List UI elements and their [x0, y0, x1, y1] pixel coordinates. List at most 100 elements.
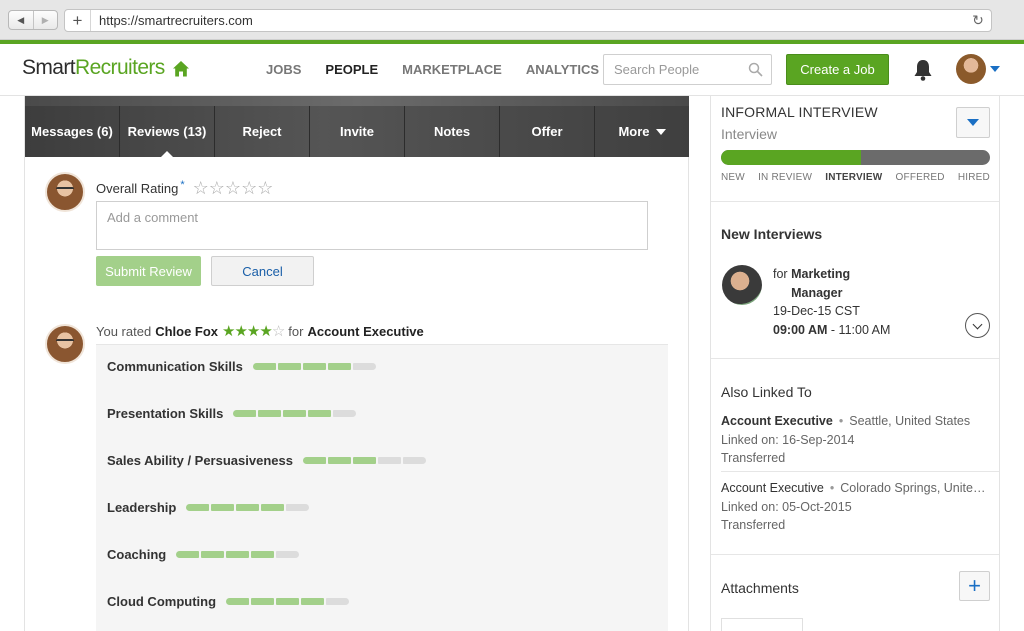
expand-interview-button[interactable] [965, 313, 990, 338]
skill-score-segment [276, 598, 300, 605]
skill-name: Coaching [107, 547, 167, 562]
stage-new[interactable]: NEW [721, 172, 745, 183]
url-text[interactable]: https://smartrecruiters.com [91, 13, 965, 28]
main-nav: JOBS PEOPLE MARKETPLACE ANALYTICS [266, 62, 599, 77]
skill-name: Leadership [107, 500, 177, 515]
user-avatar[interactable] [956, 54, 986, 84]
skill-score-bar [186, 504, 310, 511]
forward-icon[interactable]: ▶ [34, 11, 58, 29]
skill-score-segment [352, 363, 376, 370]
skill-row: Leadership [107, 500, 310, 515]
skill-row: Presentation Skills [107, 406, 357, 421]
tab-reviews[interactable]: Reviews (13) [120, 106, 215, 158]
stage-subtitle: Interview [721, 126, 778, 142]
comment-input[interactable] [96, 201, 648, 250]
also-linked-title: Also Linked To [721, 384, 812, 400]
review-stars: ★★★★☆ [222, 322, 285, 340]
skill-score-segment [283, 410, 307, 417]
chevron-down-icon [972, 319, 983, 329]
search-icon[interactable] [748, 62, 763, 77]
attachment-card[interactable] [721, 618, 803, 631]
back-icon[interactable]: ◀ [9, 11, 34, 29]
cancel-button[interactable]: Cancel [211, 256, 314, 286]
linked-job-item[interactable]: Account Executive • Seattle, United States… [721, 412, 991, 468]
new-tab-icon[interactable]: + [65, 10, 91, 31]
filled-stars: ★★★★ [222, 323, 273, 340]
skill-score-segment [251, 598, 275, 605]
overall-rating-row: Overall Rating * ☆☆☆☆☆ [96, 178, 273, 199]
skill-score-segment [276, 551, 300, 558]
app-header: SmartRecruiters JOBS PEOPLE MARKETPLACE … [0, 44, 1024, 96]
tab-reject[interactable]: Reject [215, 106, 310, 157]
attachments-title: Attachments [721, 580, 799, 596]
review-job[interactable]: Account Executive [307, 324, 423, 339]
tab-messages[interactable]: Messages (6) [25, 106, 120, 157]
stage-offered[interactable]: OFFERED [896, 172, 945, 183]
linked-job-title[interactable]: Account Executive [721, 481, 824, 495]
interview-start: 09:00 AM [773, 322, 828, 337]
nav-jobs[interactable]: JOBS [266, 62, 301, 77]
skill-score-segment [233, 410, 257, 417]
interview-details: for Marketing Manager 19-Dec-15 CST 09:0… [773, 265, 891, 339]
search-box [603, 54, 772, 85]
linked-job-title[interactable]: Account Executive [721, 414, 833, 428]
tab-notes[interactable]: Notes [405, 106, 500, 157]
address-bar[interactable]: + https://smartrecruiters.com ↻ [64, 9, 992, 32]
skill-score-bar [302, 457, 426, 464]
stage-dropdown-button[interactable] [956, 107, 990, 138]
bell-icon[interactable] [912, 58, 934, 82]
tab-offer[interactable]: Offer [500, 106, 595, 157]
tab-invite[interactable]: Invite [310, 106, 405, 157]
pipeline-stages: NEW IN REVIEW INTERVIEW OFFERED HIRED [721, 172, 990, 183]
skills-scorecard: Communication Skills Presentation Skills… [96, 344, 668, 631]
home-icon[interactable] [172, 60, 190, 78]
candidate-name[interactable]: Chloe Fox [155, 324, 218, 339]
browser-nav-buttons: ◀ ▶ [8, 10, 58, 30]
skill-score-segment [176, 551, 200, 558]
divider [711, 554, 999, 555]
review-for-text: for [288, 323, 304, 339]
create-job-button[interactable]: Create a Job [786, 54, 889, 85]
nav-marketplace[interactable]: MARKETPLACE [402, 62, 502, 77]
interview-for-text: for [773, 267, 788, 281]
empty-stars: ☆ [271, 323, 285, 340]
nav-analytics[interactable]: ANALYTICS [526, 62, 599, 77]
skill-score-segment [186, 504, 210, 511]
chevron-down-icon[interactable] [990, 66, 1000, 72]
skill-name: Communication Skills [107, 359, 243, 374]
search-input[interactable] [604, 55, 734, 84]
skill-score-segment [211, 504, 235, 511]
skill-score-segment [308, 410, 332, 417]
skill-score-segment [352, 457, 376, 464]
linked-job-item[interactable]: Account Executive • Colorado Springs, Unit… [721, 479, 991, 535]
skill-score-segment [327, 457, 351, 464]
tab-more[interactable]: More [595, 106, 689, 157]
bullet-separator: • [829, 481, 835, 495]
review-prefix: You rated [96, 323, 152, 339]
nav-people[interactable]: PEOPLE [325, 62, 378, 77]
linked-job-location: Colorado Springs, United States [840, 481, 991, 495]
pipeline-progress-bar [721, 150, 990, 165]
rating-stars-input[interactable]: ☆☆☆☆☆ [193, 178, 274, 199]
skill-row: Cloud Computing [107, 594, 350, 609]
divider [721, 471, 999, 472]
logo-text-right: Recruiters [75, 56, 165, 79]
add-attachment-button[interactable]: + [959, 571, 990, 601]
reload-icon[interactable]: ↻ [965, 12, 991, 29]
reviewer-avatar [45, 324, 85, 364]
linked-date: Linked on: 16-Sep-2014 [721, 432, 855, 447]
skill-score-bar [252, 363, 376, 370]
linked-job-location: Seattle, United States [849, 414, 971, 428]
submit-review-button[interactable]: Submit Review [96, 256, 201, 286]
stage-in-review[interactable]: IN REVIEW [758, 172, 812, 183]
candidate-main-panel: Messages (6) Reviews (13) Reject Invite … [24, 96, 689, 631]
interview-end: - 11:00 AM [830, 322, 891, 337]
divider [711, 358, 999, 359]
logo[interactable]: SmartRecruiters [22, 56, 165, 80]
stage-hired[interactable]: HIRED [958, 172, 990, 183]
stage-interview[interactable]: INTERVIEW [825, 172, 882, 183]
interview-position[interactable]: Marketing Manager [791, 265, 891, 302]
skill-score-segment [236, 504, 260, 511]
skill-name: Presentation Skills [107, 406, 224, 421]
skill-score-segment [333, 410, 357, 417]
